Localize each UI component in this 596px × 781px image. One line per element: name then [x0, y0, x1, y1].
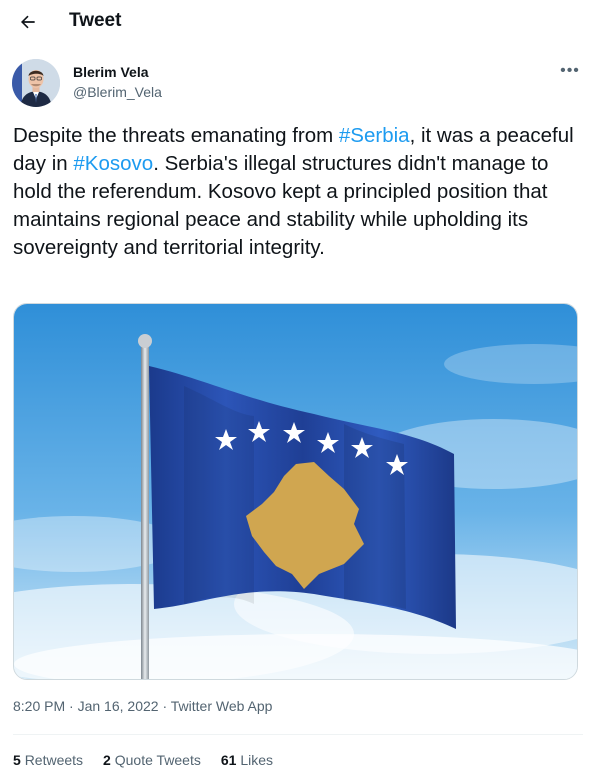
quote-tweets-stat[interactable]: 2 Quote Tweets: [103, 750, 201, 770]
hashtag-link[interactable]: #Serbia: [339, 124, 410, 147]
more-options-button[interactable]: •••: [556, 57, 584, 85]
kosovo-flag-photo: [14, 304, 577, 679]
author-handle[interactable]: @Blerim_Vela: [73, 83, 162, 101]
divider: [13, 734, 583, 735]
author-name[interactable]: Blerim Vela: [73, 63, 149, 81]
more-horizontal-icon: •••: [560, 62, 580, 79]
likes-stat[interactable]: 61 Likes: [221, 750, 273, 770]
tweet-date[interactable]: Jan 16, 2022: [78, 698, 159, 714]
likes-count: 61: [220, 752, 237, 768]
page-title: Tweet: [69, 10, 122, 31]
tweet-stats: 5 Retweets 2 Quote Tweets 61 Likes: [13, 750, 293, 770]
tweet-time[interactable]: 8:20 PM: [13, 698, 65, 714]
tweet-author: Blerim Vela @Blerim_Vela •••: [12, 57, 584, 109]
meta-separator: ·: [65, 698, 78, 714]
arrow-left-icon: [21, 15, 35, 29]
back-button[interactable]: [12, 6, 44, 38]
meta-separator: ·: [158, 698, 171, 714]
tweet-text: Despite the threats emanating from #Serb…: [13, 122, 583, 262]
avatar[interactable]: [12, 59, 60, 107]
quote-tweets-label: Quote Tweets: [114, 752, 201, 768]
tweet-text-segment: Despite the threats emanating from: [13, 124, 339, 147]
hashtag-link[interactable]: #Kosovo: [73, 152, 153, 175]
tweet-image[interactable]: [13, 303, 578, 680]
avatar-image: [12, 59, 60, 107]
retweets-count: 5: [13, 752, 21, 768]
quote-tweets-count: 2: [103, 752, 111, 768]
tweet-meta: 8:20 PM · Jan 16, 2022 · Twitter Web App: [13, 697, 272, 715]
retweets-stat[interactable]: 5 Retweets: [13, 750, 83, 770]
top-bar: Tweet: [0, 0, 596, 44]
likes-label: Likes: [240, 752, 274, 768]
retweets-label: Retweets: [24, 752, 84, 768]
tweet-source[interactable]: Twitter Web App: [171, 698, 273, 714]
